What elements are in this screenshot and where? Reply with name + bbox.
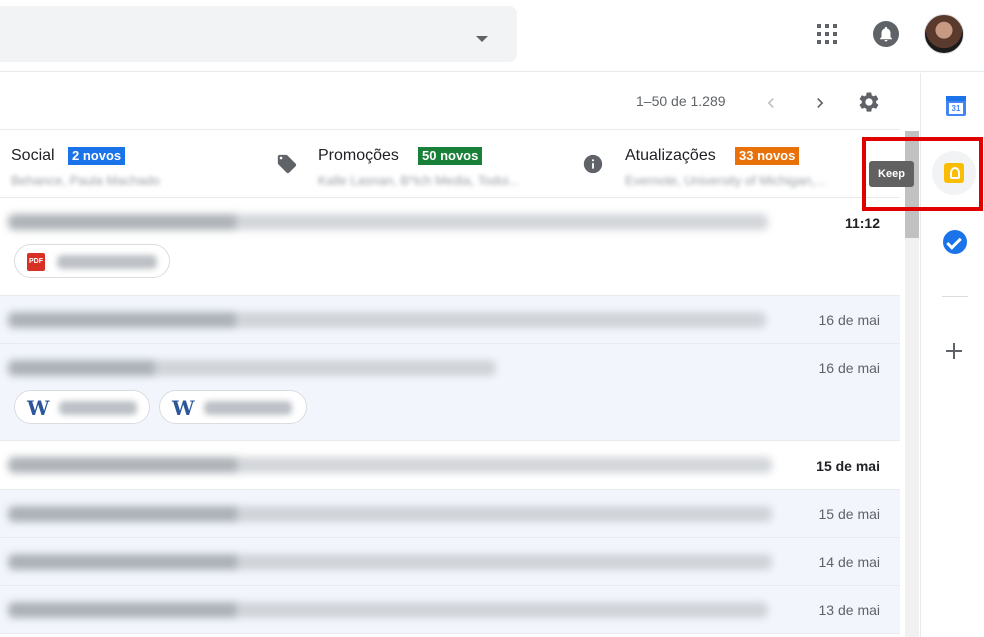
mail-date: 16 de mai [818, 312, 880, 328]
tab-updates[interactable]: Atualizações 33 novos Evernote, Universi… [577, 131, 867, 198]
search-options-dropdown-icon[interactable] [476, 36, 488, 42]
search-bar[interactable] [0, 6, 517, 62]
word-file-icon: W [27, 396, 50, 420]
mail-snippet [8, 457, 772, 473]
notifications-icon[interactable] [873, 21, 899, 47]
mail-date: 16 de mai [818, 360, 880, 376]
newer-chevron-left-icon[interactable] [761, 93, 781, 113]
new-count-badge: 2 novos [68, 147, 126, 165]
tab-promotions[interactable]: Promoções 50 novos Kalle Lasnan, B*tch M… [270, 131, 577, 198]
tab-title: Atualizações [625, 147, 716, 164]
tab-senders: Evernote, University of Michigan,... [625, 173, 826, 188]
mail-row[interactable]: 15 de mai [0, 490, 900, 538]
mail-date: 14 de mai [818, 554, 880, 570]
mail-row[interactable]: 15 de mai [0, 441, 900, 490]
keep-tooltip: Keep [869, 161, 914, 187]
info-icon [583, 154, 603, 174]
side-panel-divider [942, 296, 968, 297]
mail-date: 11:12 [844, 215, 880, 231]
tag-icon [277, 154, 297, 174]
attachment-chip[interactable]: PDF [14, 244, 170, 278]
tab-senders: Kalle Lasnan, B*tch Media, Todoi... [318, 173, 520, 188]
settings-gear-icon[interactable] [857, 90, 881, 114]
category-tabs: Social 2 novos Behance, Paula Machado Pr… [0, 131, 900, 198]
attachment-chip[interactable]: W [14, 390, 150, 424]
add-addon-plus-icon[interactable] [946, 343, 962, 359]
new-count-badge: 50 novos [418, 147, 483, 165]
mail-date: 15 de mai [818, 506, 880, 522]
mail-date: 15 de mai [816, 458, 880, 474]
mail-row[interactable]: 13 de mai [0, 586, 900, 634]
tab-social[interactable]: Social 2 novos Behance, Paula Machado [0, 131, 270, 198]
attachment-name [57, 255, 157, 269]
mail-date: 13 de mai [818, 602, 880, 618]
tab-title: Promoções [318, 147, 399, 164]
tab-senders: Behance, Paula Machado [11, 173, 160, 188]
mail-toolbar: 1–50 de 1.289 [0, 73, 900, 130]
mail-row[interactable]: 16 de mai [0, 296, 900, 344]
attachment-name [204, 401, 292, 415]
pdf-file-icon: PDF [27, 253, 45, 271]
mail-snippet [8, 506, 772, 522]
word-file-icon: W [172, 396, 195, 420]
calendar-date-number: 31 [949, 103, 963, 114]
mail-snippet [8, 602, 768, 618]
older-chevron-right-icon[interactable] [810, 93, 830, 113]
avatar[interactable] [924, 14, 964, 54]
tasks-icon[interactable] [943, 230, 967, 254]
mail-row[interactable]: 11:12 PDF [0, 199, 900, 296]
mail-row[interactable]: 16 de mai W W [0, 344, 900, 441]
tab-title: Social [11, 147, 55, 164]
pagination-text: 1–50 de 1.289 [636, 93, 726, 109]
top-header [0, 0, 984, 72]
attachment-chip[interactable]: W [159, 390, 307, 424]
mail-snippet [8, 554, 772, 570]
mail-snippet [8, 360, 496, 376]
apps-grid-icon[interactable] [817, 24, 837, 44]
mail-snippet [8, 312, 766, 328]
new-count-badge: 33 novos [735, 147, 800, 165]
calendar-icon[interactable]: 31 [946, 96, 966, 116]
attachment-name [59, 401, 137, 415]
mail-snippet [8, 214, 768, 230]
mail-row[interactable]: 14 de mai [0, 538, 900, 586]
